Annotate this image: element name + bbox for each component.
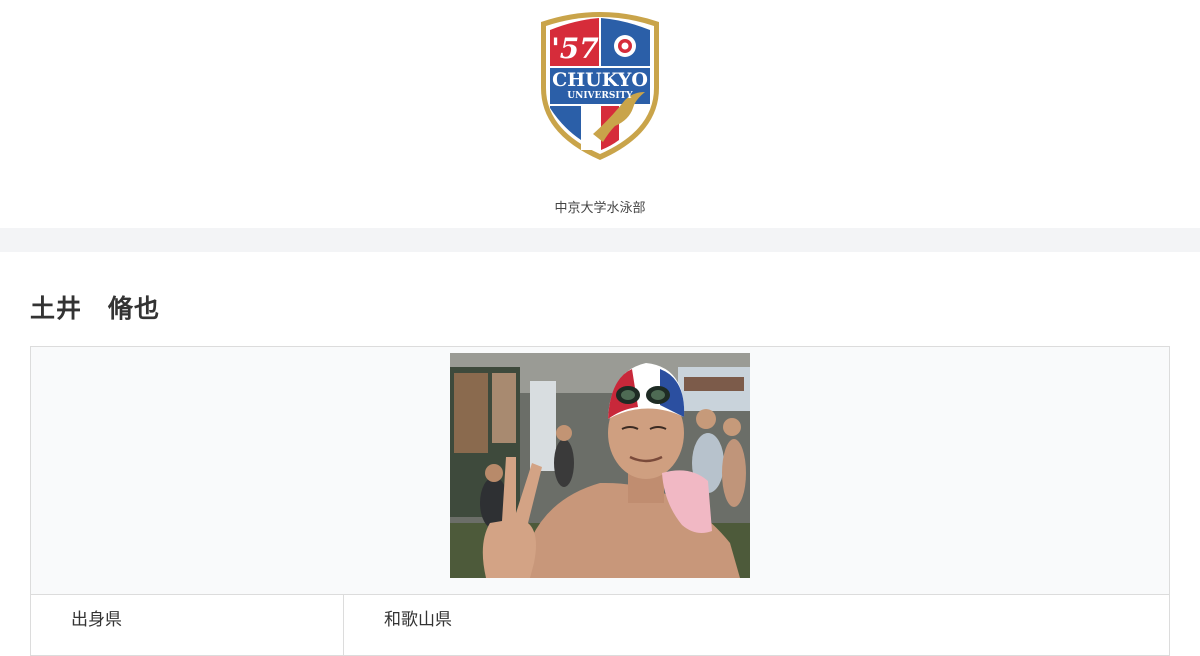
page-title: 土井 脩也 bbox=[30, 294, 161, 323]
photo-row bbox=[31, 347, 1169, 595]
profile-table: 出身県 和歌山県 bbox=[30, 346, 1170, 656]
main-content: 土井 脩也 出身県 和歌山県 bbox=[0, 252, 1200, 656]
prefecture-value: 和歌山県 bbox=[384, 610, 452, 630]
crest-icon: '57 CHUKYO UNIVERSITY bbox=[541, 12, 659, 160]
logo-name-text: CHUKYO bbox=[552, 69, 648, 91]
divider-band bbox=[0, 228, 1200, 252]
logo-year-text: '57 bbox=[551, 32, 599, 65]
info-row-prefecture: 出身県 和歌山県 bbox=[31, 595, 1169, 655]
prefecture-label: 出身県 bbox=[31, 595, 344, 655]
university-logo[interactable]: '57 CHUKYO UNIVERSITY bbox=[533, 8, 667, 162]
swimmer-photo-icon bbox=[450, 353, 750, 578]
site-name: 中京大学水泳部 bbox=[554, 201, 646, 216]
logo-sub-text: UNIVERSITY bbox=[567, 91, 633, 101]
site-header: '57 CHUKYO UNIVERSITY 中京大学水泳部 bbox=[0, 0, 1200, 228]
player-photo bbox=[450, 353, 750, 578]
